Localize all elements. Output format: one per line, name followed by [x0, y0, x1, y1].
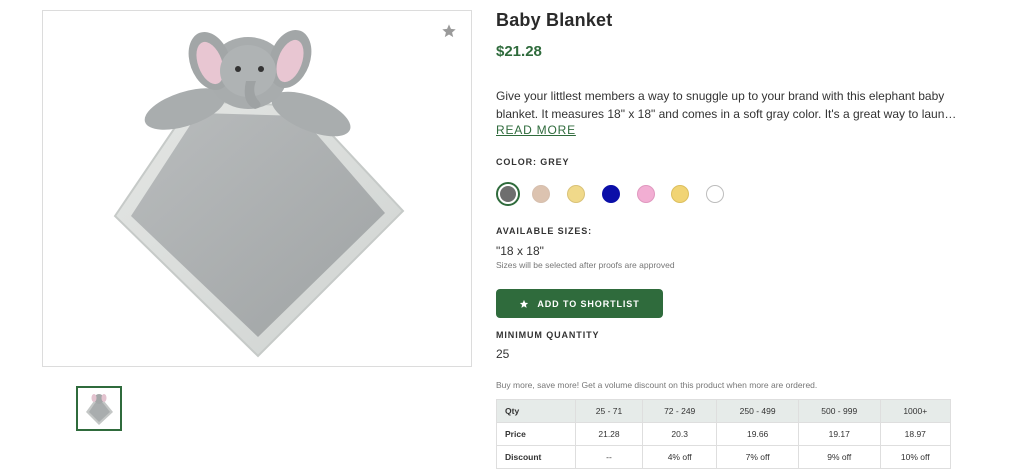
minimum-quantity-value: 25: [496, 347, 510, 361]
product-image: [113, 29, 405, 358]
table-cell: Discount: [496, 445, 576, 469]
size-value: "18 x 18": [496, 244, 544, 258]
swatch-pink[interactable]: [637, 185, 655, 203]
add-to-shortlist-button[interactable]: ADD TO SHORTLIST: [496, 289, 663, 318]
table-cell: --: [574, 445, 644, 469]
table-header-row: Qty 25 - 71 72 - 249 250 - 499 500 - 999…: [496, 399, 952, 423]
swatch-navy[interactable]: [602, 185, 620, 203]
table-cell: 21.28: [574, 422, 644, 446]
sizes-label: AVAILABLE SIZES:: [496, 226, 593, 236]
star-icon: [442, 24, 456, 38]
swatch-yellow[interactable]: [567, 185, 585, 203]
size-note: Sizes will be selected after proofs are …: [496, 260, 675, 270]
product-image-frame: [42, 10, 472, 367]
table-header-cell: 72 - 249: [642, 399, 718, 423]
table-cell: 9% off: [797, 445, 881, 469]
product-thumbnail[interactable]: [76, 386, 122, 431]
table-cell: 7% off: [716, 445, 799, 469]
thumbnail-image: [86, 393, 113, 425]
volume-discount-note: Buy more, save more! Get a volume discou…: [496, 380, 818, 390]
table-row: Discount -- 4% off 7% off 9% off 10% off: [496, 445, 952, 469]
product-price: $21.28: [496, 43, 542, 60]
description-line: Give your littlest members a way to snug…: [496, 89, 945, 103]
volume-pricing-table: Qty 25 - 71 72 - 249 250 - 499 500 - 999…: [496, 399, 952, 469]
minimum-quantity-label: MINIMUM QUANTITY: [496, 330, 600, 340]
description-line: blanket. It measures 18" x 18" and comes…: [496, 107, 956, 121]
table-header-cell: 250 - 499: [716, 399, 799, 423]
table-cell: 19.17: [797, 422, 881, 446]
product-title: Baby Blanket: [496, 10, 613, 30]
swatch-tan[interactable]: [532, 185, 550, 203]
table-cell: 20.3: [642, 422, 718, 446]
table-header-cell: 500 - 999: [797, 399, 881, 423]
read-more-link[interactable]: READ MORE: [496, 123, 576, 137]
swatch-white[interactable]: [706, 185, 724, 203]
product-description: Give your littlest members a way to snug…: [496, 87, 956, 123]
table-row: Price 21.28 20.3 19.66 19.17 18.97: [496, 422, 952, 446]
table-cell: 10% off: [879, 445, 952, 469]
table-cell: 19.66: [716, 422, 799, 446]
swatch-grey-fill: [500, 186, 516, 202]
favorite-button[interactable]: [439, 21, 459, 41]
add-to-shortlist-label: ADD TO SHORTLIST: [537, 298, 640, 309]
table-header-cell: 1000+: [879, 399, 952, 423]
table-header-cell: Qty: [496, 399, 576, 423]
table-header-cell: 25 - 71: [574, 399, 644, 423]
color-label: COLOR: GREY: [496, 157, 570, 167]
swatch-gold[interactable]: [671, 185, 689, 203]
table-cell: 4% off: [642, 445, 718, 469]
swatch-grey[interactable]: [496, 182, 520, 206]
table-cell: Price: [496, 422, 576, 446]
star-icon: [519, 299, 529, 309]
table-cell: 18.97: [879, 422, 952, 446]
